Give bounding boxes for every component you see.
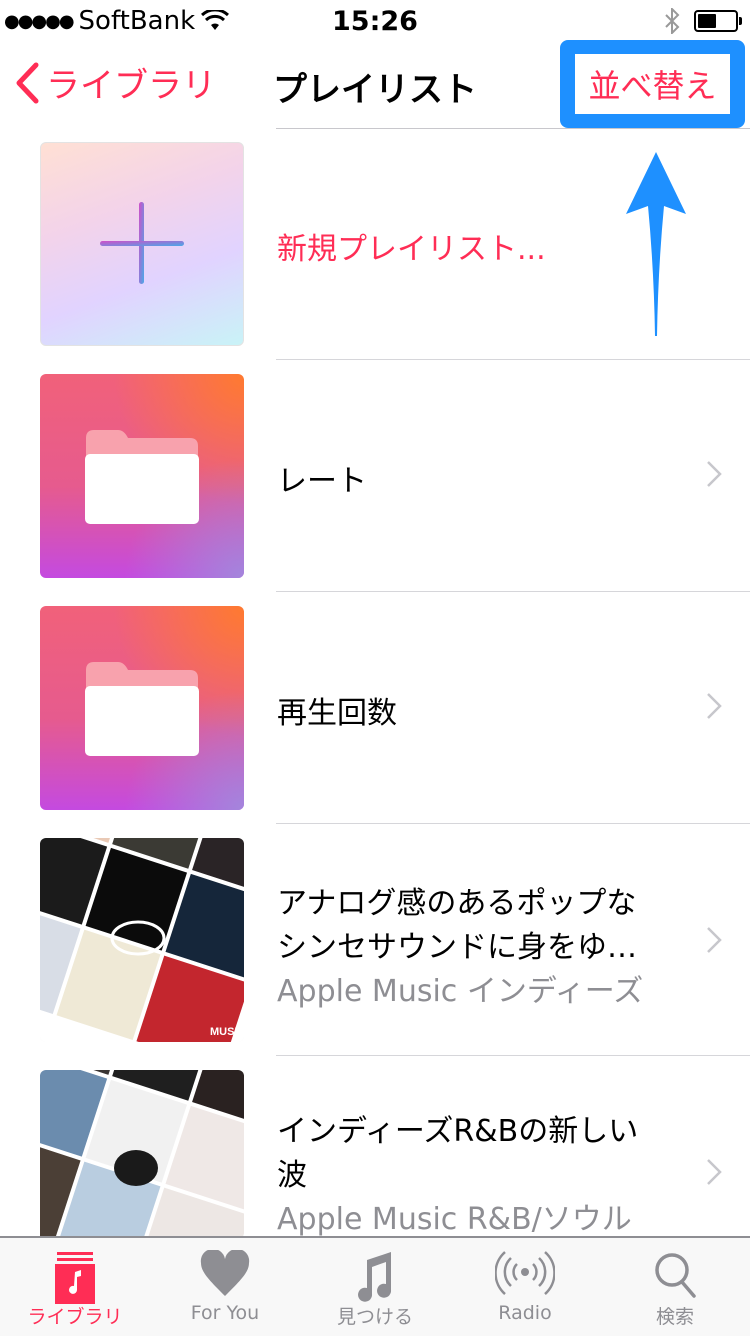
list-item[interactable]: レート: [0, 360, 750, 592]
tab-browse[interactable]: 見つける: [300, 1238, 450, 1336]
chevron-right-icon: [707, 693, 722, 719]
status-time: 15:26: [332, 6, 418, 37]
playlist-title: アナログ感のあるポップな シンセサウンドに身をゆ… Apple Music イン…: [277, 882, 643, 1014]
list-item[interactable]: MUSIC アナログ感のあるポップな シンセサウンドに身をゆ… Apple Mu…: [0, 824, 750, 1056]
new-playlist-label: 新規プレイリスト...: [277, 232, 546, 267]
apple-music-badge: MUSIC: [210, 1026, 244, 1038]
radio-icon: [495, 1251, 555, 1295]
playlist-title: インディーズR&Bの新しい 波 Apple Music R&B/ソウル: [277, 1110, 638, 1242]
tab-bar: ライブラリ For You 見つける Radio 検索: [0, 1236, 750, 1336]
list-item[interactable]: 再生回数: [0, 592, 750, 824]
status-bar: ●●●●● SoftBank 15:26: [0, 0, 750, 40]
folder-icon: [85, 662, 199, 756]
playlist-title-line-1: インディーズR&Bの新しい: [277, 1114, 639, 1149]
new-playlist-artwork: [40, 142, 244, 346]
new-playlist-row[interactable]: 新規プレイリスト...: [0, 128, 750, 360]
chevron-right-icon: [707, 1159, 722, 1185]
playlist-subtitle: Apple Music インディーズ: [277, 974, 644, 1009]
chevron-right-icon: [707, 461, 722, 487]
playlist-title-line-1: アナログ感のあるポップな: [277, 886, 637, 921]
album-mosaic-image: MUSIC: [40, 838, 244, 1042]
sort-button[interactable]: 並べ替え: [575, 54, 730, 114]
playlist-title: レート: [277, 464, 367, 499]
folder-icon: [85, 430, 199, 524]
tab-label: ライブラリ: [27, 1306, 123, 1328]
battery-icon: [694, 10, 742, 32]
playlist-artwork: MUSIC: [40, 838, 244, 1042]
tab-label: 検索: [655, 1306, 694, 1328]
folder-artwork: [40, 374, 244, 578]
playlist-title: 再生回数: [277, 696, 397, 731]
tab-library[interactable]: ライブラリ: [0, 1238, 150, 1336]
tab-label: 見つける: [336, 1306, 413, 1328]
playlist-title-line-2: シンセサウンドに身をゆ…: [277, 930, 637, 965]
tab-search[interactable]: 検索: [600, 1238, 750, 1336]
tab-label: Radio: [498, 1302, 552, 1324]
tab-radio[interactable]: Radio: [450, 1238, 600, 1336]
music-note-icon: [358, 1252, 392, 1302]
tab-for-you[interactable]: For You: [150, 1238, 300, 1336]
heart-icon: [200, 1250, 250, 1296]
tab-label: For You: [190, 1302, 260, 1324]
bluetooth-icon: [665, 8, 680, 34]
folder-artwork: [40, 606, 244, 810]
search-icon: [655, 1253, 696, 1298]
library-icon: [55, 1252, 95, 1304]
playlist-title-line-2: 波: [277, 1158, 307, 1193]
plus-icon: [100, 202, 184, 284]
chevron-right-icon: [707, 927, 722, 953]
